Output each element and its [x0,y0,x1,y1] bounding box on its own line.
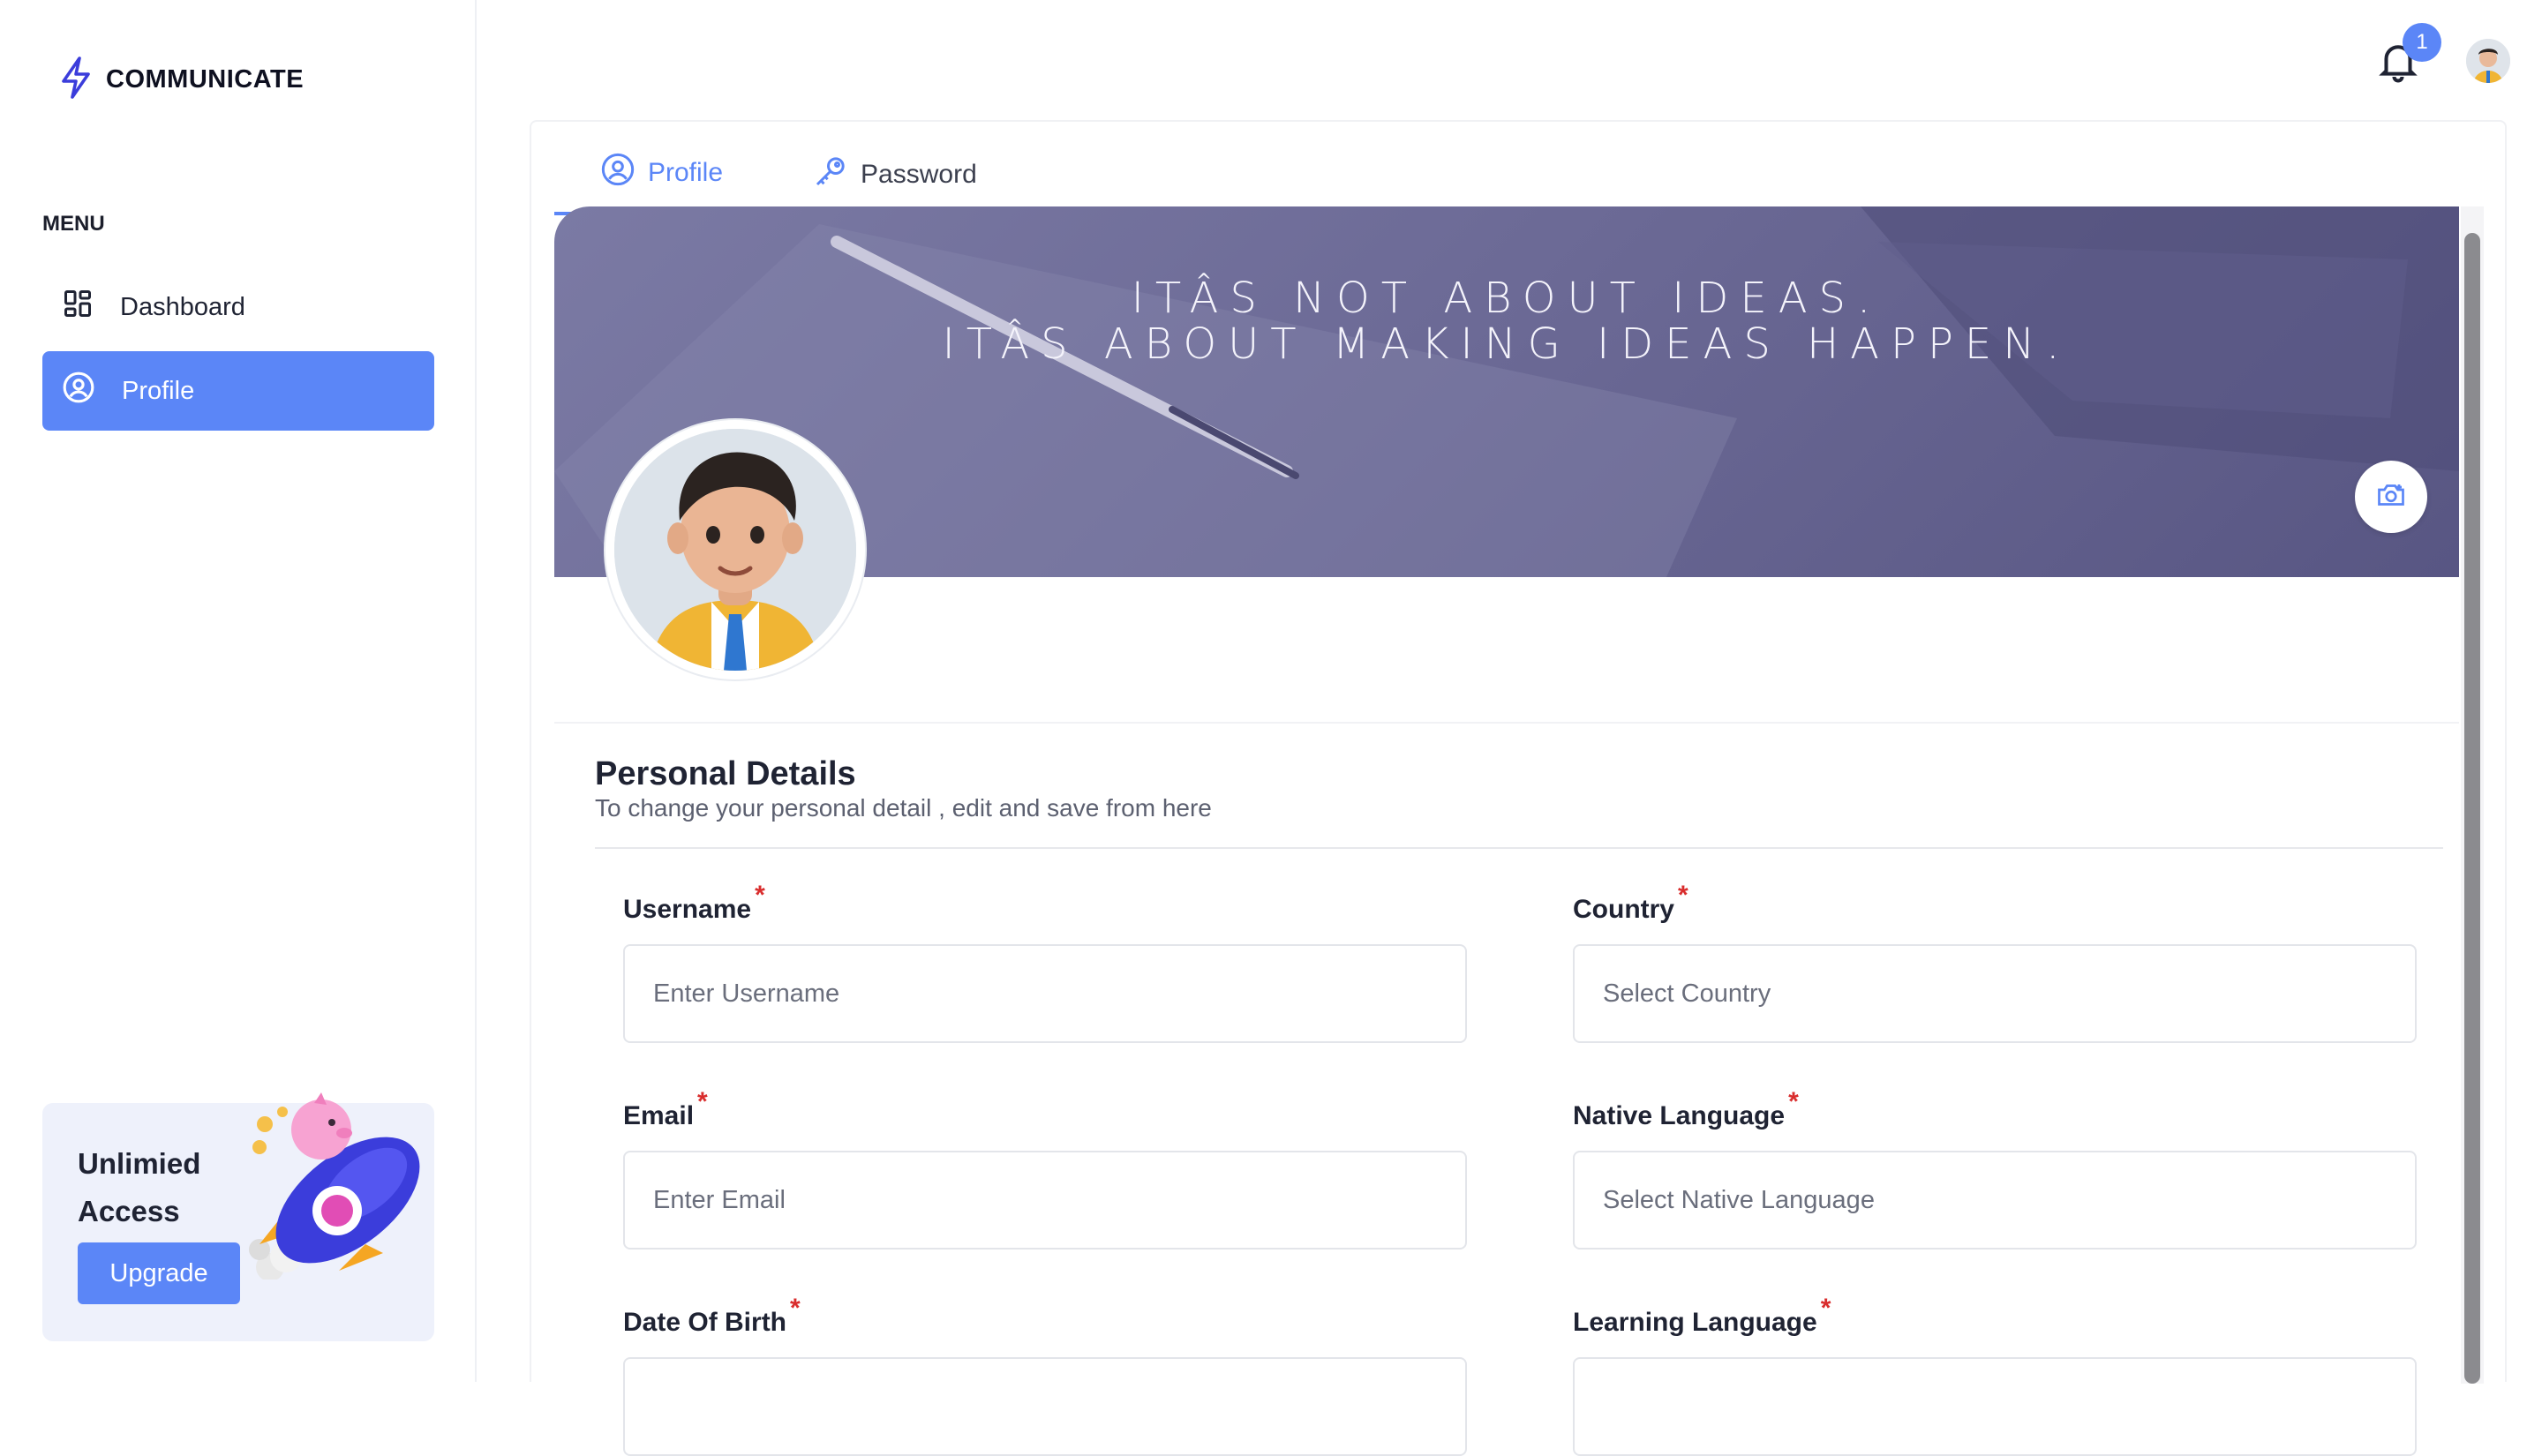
email-input[interactable] [623,1151,1467,1250]
date-of-birth-label: Date Of Birth * [623,1294,801,1337]
upgrade-title: Unlimied Access [78,1147,201,1227]
brand-name: COMMUNICATE [106,65,305,94]
tab-profile[interactable]: Profile [554,134,768,215]
country-label: Country * [1573,881,1688,924]
sidebar-item-dashboard[interactable]: Dashboard [42,267,434,347]
menu-heading: MENU [42,212,105,236]
username-input[interactable] [623,944,1467,1043]
user-avatar[interactable] [2466,39,2510,83]
native-language-select[interactable] [1573,1151,2417,1250]
scrollbar-thumb[interactable] [2464,233,2480,1384]
learning-language-select[interactable] [1573,1357,2417,1456]
learning-language-label: Learning Language * [1573,1294,1831,1337]
tab-password[interactable]: Password [767,134,1021,215]
divider [554,722,2459,724]
profile-tabs: Profile Password [554,134,1021,215]
username-label: Username * [623,881,765,924]
sidebar: COMMUNICATE MENU Dashboard Profile Unlim… [0,0,477,1382]
divider [595,847,2443,849]
scrollbar[interactable] [2461,206,2484,1384]
email-label: Email * [623,1087,708,1130]
camera-plus-icon [2375,479,2407,515]
user-circle-icon [600,152,636,194]
section-subtitle: To change your personal detail , edit an… [595,794,1212,822]
section-title: Personal Details [595,755,856,792]
rocket-illustration-icon [233,1068,436,1281]
native-language-label: Native Language * [1573,1087,1799,1130]
sidebar-item-label: Profile [122,376,195,405]
banner-quote-line1: ITÂS NOT ABOUT IDEAS. [1131,274,1883,323]
profile-avatar-image [614,429,856,671]
profile-card: Profile Password ITÂS NOT ABOUT IDEAS. I… [530,120,2507,1456]
date-of-birth-input[interactable] [623,1357,1467,1456]
sidebar-item-profile[interactable]: Profile [42,351,434,431]
tab-label: Profile [648,158,724,187]
banner-quote-line2: ITÂS ABOUT MAKING IDEAS HAPPEN. [942,319,2072,369]
country-select[interactable] [1573,944,2417,1043]
lightning-icon [58,56,94,103]
brand-logo[interactable]: COMMUNICATE [58,56,304,103]
upgrade-card: Unlimied Access Upgrade [42,1092,434,1341]
user-circle-icon [62,371,95,411]
banner-quote: ITÂS NOT ABOUT IDEAS. ITÂS ABOUT MAKING … [554,275,2459,367]
key-icon [813,154,848,196]
change-cover-button[interactable] [2355,461,2427,533]
profile-avatar[interactable] [605,420,865,679]
sidebar-item-label: Dashboard [120,292,245,321]
dashboard-grid-icon [62,288,94,326]
notification-badge: 1 [2403,23,2441,62]
tab-label: Password [861,160,977,189]
upgrade-button[interactable]: Upgrade [78,1242,240,1304]
